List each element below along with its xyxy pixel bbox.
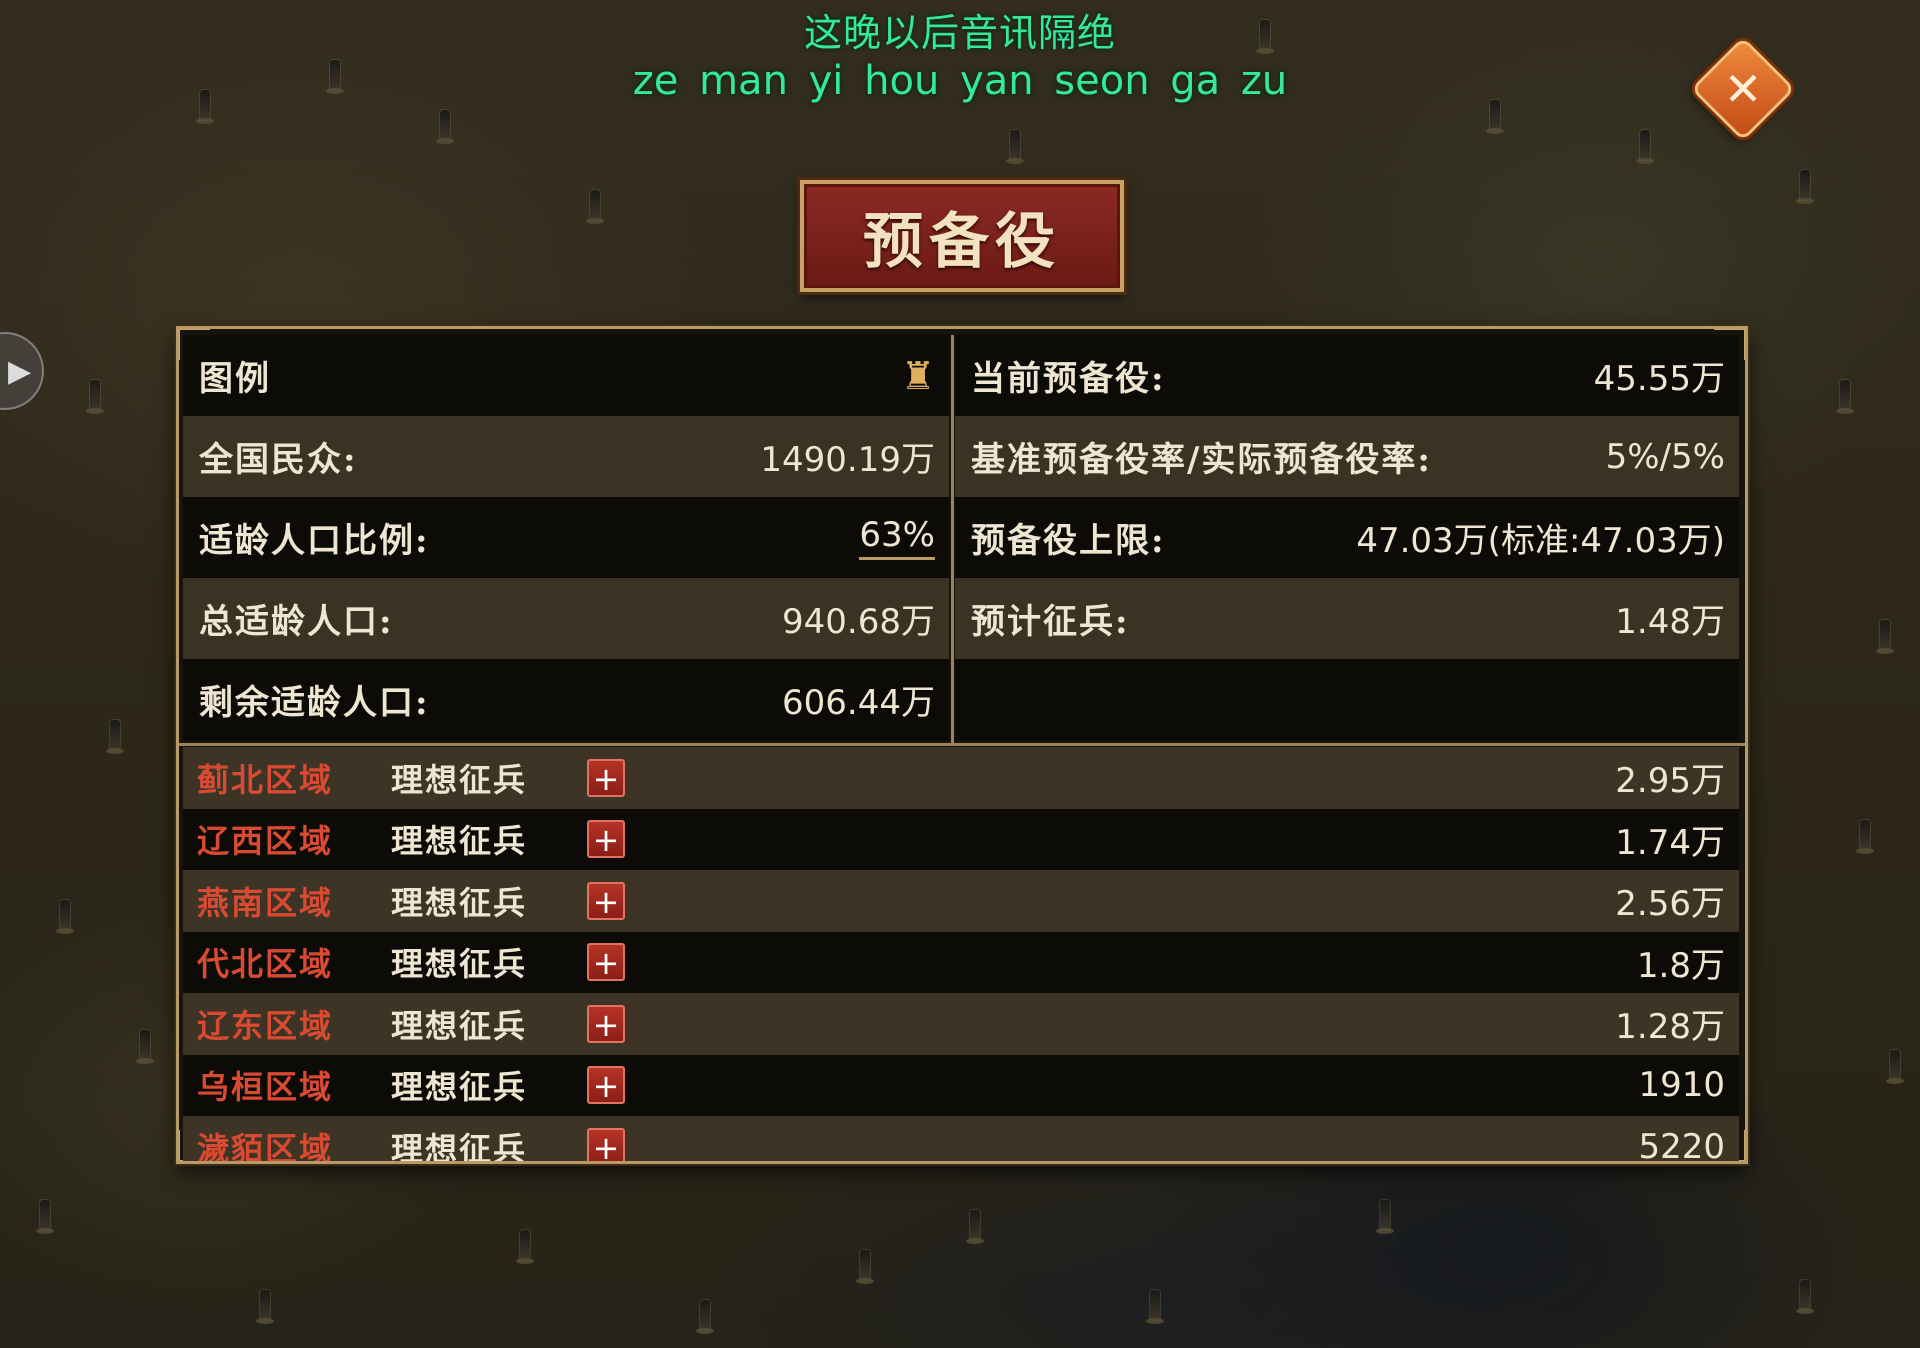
region-value: 1910: [1638, 1065, 1725, 1106]
chevron-right-icon: ▶: [8, 354, 32, 389]
stat-value: 1.48万: [1615, 602, 1725, 642]
stats-grid: 图例 ♜ 全国民众: 1490.19万 适龄人口比例: 63% 总适龄人口: 9…: [183, 335, 1739, 745]
region-label: 理想征兵: [391, 1129, 528, 1164]
region-value: 2.95万: [1615, 761, 1725, 802]
region-label: 理想征兵: [391, 883, 528, 922]
column-divider: [951, 335, 954, 745]
region-label: 理想征兵: [391, 945, 528, 984]
page-title: 预备役: [863, 206, 1061, 277]
stat-value: 1490.19万: [760, 440, 935, 480]
add-conscription-button[interactable]: +: [587, 943, 625, 982]
map-marker-icon: [516, 1230, 534, 1264]
map-marker-icon: [1796, 170, 1814, 204]
region-value: 2.56万: [1615, 884, 1725, 925]
region-value: 1.8万: [1636, 945, 1725, 986]
map-marker-icon: [56, 900, 74, 934]
map-marker-icon: [1836, 380, 1854, 414]
region-name: 乌桓区域: [197, 1068, 334, 1107]
map-marker-icon: [1636, 130, 1654, 164]
region-label: 理想征兵: [391, 1006, 528, 1045]
stat-value: 45.55万: [1593, 359, 1725, 399]
stats-right-column: 当前预备役: 45.55万 基准预备役率/实际预备役率: 5%/5% 预备役上限…: [955, 335, 1739, 743]
stat-row-current-reserve: 当前预备役: 45.55万: [955, 335, 1739, 416]
stat-row-legend: 图例 ♜: [183, 335, 949, 416]
region-name: 燕南区域: [197, 883, 334, 922]
map-marker-icon: [1146, 1290, 1164, 1324]
map-marker-icon: [86, 380, 104, 414]
stat-row-eligible-ratio: 适龄人口比例: 63%: [183, 497, 949, 578]
stats-left-column: 图例 ♜ 全国民众: 1490.19万 适龄人口比例: 63% 总适龄人口: 9…: [183, 335, 949, 743]
add-conscription-button[interactable]: +: [587, 881, 625, 920]
stat-label: 基准预备役率/实际预备役率:: [971, 440, 1432, 480]
region-row: 辽西区域 理想征兵 + 1.74万: [183, 808, 1739, 870]
region-value: 1.74万: [1615, 822, 1725, 863]
stat-row-national-population: 全国民众: 1490.19万: [183, 416, 949, 497]
map-marker-icon: [966, 1210, 984, 1244]
region-row: 濊貊区域 理想征兵 + 5220: [183, 1116, 1739, 1164]
stat-value: 606.44万: [782, 683, 935, 723]
reserve-panel: 图例 ♜ 全国民众: 1490.19万 适龄人口比例: 63% 总适龄人口: 9…: [176, 326, 1748, 1164]
region-value: 5220: [1638, 1126, 1725, 1164]
map-marker-icon: [136, 1030, 154, 1064]
stat-label: 预计征兵:: [971, 602, 1130, 642]
map-marker-icon: [106, 720, 124, 754]
map-marker-icon: [1856, 820, 1874, 854]
stat-row-empty: [955, 659, 1739, 740]
stat-row-remaining-eligible: 剩余适龄人口: 606.44万: [183, 659, 949, 740]
map-marker-icon: [1886, 1050, 1904, 1084]
add-conscription-button[interactable]: +: [587, 1066, 625, 1105]
stat-row-reserve-rate: 基准预备役率/实际预备役率: 5%/5%: [955, 416, 1739, 497]
region-row: 乌桓区域 理想征兵 + 1910: [183, 1054, 1739, 1116]
region-label: 理想征兵: [391, 822, 528, 861]
section-divider: [179, 743, 1745, 746]
stat-row-expected-conscription: 预计征兵: 1.48万: [955, 578, 1739, 659]
close-icon: ✕: [1723, 62, 1763, 116]
add-conscription-button[interactable]: +: [587, 758, 625, 797]
add-conscription-button[interactable]: +: [587, 1127, 625, 1161]
map-marker-icon: [586, 190, 604, 224]
stat-label: 适龄人口比例:: [199, 521, 430, 561]
map-marker-icon: [1876, 620, 1894, 654]
stat-label: 预备役上限:: [971, 521, 1166, 561]
map-marker-icon: [1796, 1280, 1814, 1314]
page-title-plaque: 预备役: [800, 180, 1124, 292]
map-marker-icon: [256, 1290, 274, 1324]
subtitle-chinese: 这晚以后音讯隔绝: [803, 11, 1116, 55]
add-conscription-button[interactable]: +: [587, 820, 625, 859]
region-row: 蓟北区域 理想征兵 + 2.95万: [183, 747, 1739, 809]
map-marker-icon: [696, 1300, 714, 1334]
eligible-ratio-value[interactable]: 63%: [859, 515, 935, 560]
map-marker-icon: [856, 1250, 874, 1284]
map-marker-icon: [36, 1200, 54, 1234]
region-value: 1.28万: [1615, 1007, 1725, 1048]
stat-value: 47.03万(标准:47.03万): [1356, 521, 1725, 561]
stat-row-total-eligible: 总适龄人口: 940.68万: [183, 578, 949, 659]
region-row: 燕南区域 理想征兵 + 2.56万: [183, 870, 1739, 932]
legend-label: 图例: [199, 359, 271, 399]
region-name: 辽东区域: [197, 1006, 334, 1045]
region-label: 理想征兵: [391, 1068, 528, 1107]
stat-value: 5%/5%: [1605, 436, 1725, 477]
stat-label: 剩余适龄人口:: [199, 683, 430, 723]
region-row: 辽东区域 理想征兵 + 1.28万: [183, 993, 1739, 1055]
region-name: 辽西区域: [197, 822, 334, 861]
subtitle-romanization: ze man yi hou yan seon ga zu: [632, 58, 1288, 104]
region-name: 代北区域: [197, 945, 334, 984]
map-marker-icon: [436, 110, 454, 144]
stat-value: 940.68万: [782, 602, 935, 642]
stat-label: 总适龄人口:: [199, 602, 394, 642]
add-conscription-button[interactable]: +: [587, 1004, 625, 1043]
region-name: 蓟北区域: [197, 760, 334, 799]
region-list: 蓟北区域 理想征兵 + 2.95万 辽西区域 理想征兵 + 1.74万 燕南区域…: [183, 747, 1739, 1164]
region-name: 濊貊区域: [197, 1129, 334, 1164]
region-row: 代北区域 理想征兵 + 1.8万: [183, 931, 1739, 993]
map-marker-icon: [1376, 1200, 1394, 1234]
region-label: 理想征兵: [391, 760, 528, 799]
stat-row-reserve-cap: 预备役上限: 47.03万(标准:47.03万): [955, 497, 1739, 578]
legend-figure-icon[interactable]: ♜: [901, 354, 935, 398]
map-marker-icon: [1486, 100, 1504, 134]
map-marker-icon: [1006, 130, 1024, 164]
stat-label: 全国民众:: [199, 440, 358, 480]
stat-label: 当前预备役:: [971, 359, 1166, 399]
